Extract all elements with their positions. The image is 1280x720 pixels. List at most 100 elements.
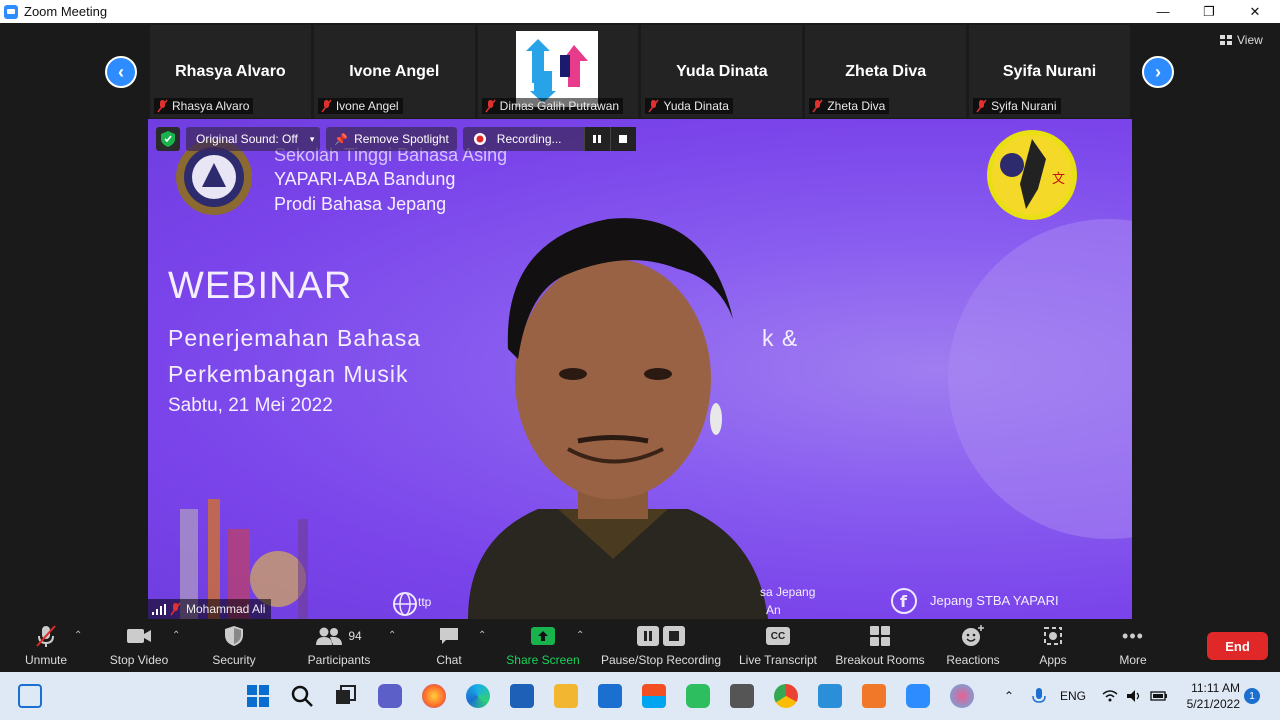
slide-decoration: [948, 219, 1132, 539]
language-indicator[interactable]: ENG: [1060, 689, 1086, 703]
minimize-button[interactable]: —: [1140, 0, 1186, 23]
muted-mic-icon: [485, 99, 496, 113]
end-meeting-button[interactable]: End: [1207, 632, 1268, 660]
pause-stop-recording-button[interactable]: Pause/Stop Recording: [598, 622, 724, 672]
participant-thumbnail[interactable]: Zheta Diva Zheta Diva: [805, 25, 967, 118]
muted-mic-icon: [170, 602, 181, 616]
unmute-button[interactable]: Unmute: [18, 622, 74, 672]
clock-time: 11:11 AM: [1191, 681, 1240, 695]
teams-chat-icon[interactable]: [378, 684, 402, 708]
pause-icon: [593, 135, 601, 143]
apps-icon: [1044, 627, 1062, 645]
stop-icon: [663, 626, 685, 646]
edge-icon[interactable]: [466, 684, 490, 708]
more-button[interactable]: ••• More: [1110, 622, 1156, 672]
grid-view-icon: [1220, 35, 1232, 45]
participants-options-caret[interactable]: ⌃: [388, 630, 396, 641]
calculator-icon[interactable]: [730, 684, 754, 708]
widgets-icon[interactable]: [18, 684, 42, 708]
word-icon[interactable]: [510, 684, 534, 708]
wps-presentation-icon[interactable]: [862, 684, 886, 708]
microsoft-store-icon[interactable]: [642, 684, 666, 708]
stop-video-label: Stop Video: [109, 653, 169, 667]
chrome-icon[interactable]: [774, 684, 798, 708]
mail-icon[interactable]: [598, 684, 622, 708]
reactions-button[interactable]: Reactions: [944, 622, 1002, 672]
remove-spotlight-button[interactable]: 📌 Remove Spotlight: [326, 127, 457, 151]
stop-video-button[interactable]: Stop Video: [104, 622, 174, 672]
participant-name-label: Rhasya Alvaro: [154, 98, 254, 114]
prodi-bahasa-jepang-logo: 文: [987, 130, 1077, 220]
participant-count: 94: [348, 629, 362, 643]
pause-icon: [637, 626, 659, 646]
windows-taskbar: ⌃ ENG 11:11 AM 5/21/2022 1: [0, 672, 1280, 720]
participant-thumbnail[interactable]: Dimas Galih Putrawan: [477, 25, 639, 118]
taskbar-clock[interactable]: 11:11 AM 5/21/2022: [1180, 680, 1240, 712]
view-label: View: [1237, 33, 1263, 47]
meeting-area: ‹ › View Rhasya Alvaro Rhasya Alvaro Ivo…: [0, 23, 1280, 622]
chevron-up-icon[interactable]: ⌃: [1000, 689, 1018, 703]
notification-badge[interactable]: 1: [1244, 688, 1260, 704]
participant-thumbnail[interactable]: Yuda Dinata Yuda Dinata: [641, 25, 803, 118]
security-button[interactable]: Security: [206, 622, 262, 672]
participant-thumbnail[interactable]: Rhasya Alvaro Rhasya Alvaro: [150, 25, 311, 118]
live-transcript-button[interactable]: CC Live Transcript: [736, 622, 820, 672]
slide-footer-left: ttp: [418, 595, 432, 609]
recording-dot-icon: [473, 133, 486, 145]
recording-label: Recording...: [496, 132, 562, 146]
chat-label: Chat: [436, 653, 462, 667]
share-options-caret[interactable]: ⌃: [576, 630, 584, 641]
spotlight-video[interactable]: Sekolah Tinggi Bahasa Asing YAPARI-ABA B…: [148, 119, 1132, 619]
apps-label: Apps: [1039, 653, 1067, 667]
next-page-button[interactable]: ›: [1142, 56, 1174, 88]
breakout-rooms-icon: [870, 626, 890, 646]
task-view-icon[interactable]: [334, 684, 358, 708]
slide-program: Prodi Bahasa Jepang: [274, 194, 447, 214]
participant-name-label: Dimas Galih Putrawan: [481, 98, 624, 114]
evernote-icon[interactable]: [686, 684, 710, 708]
wps-writer-icon[interactable]: [818, 684, 842, 708]
chat-options-caret[interactable]: ⌃: [478, 630, 486, 641]
speaker-icon[interactable]: [1126, 689, 1142, 703]
close-button[interactable]: ✕: [1232, 0, 1278, 23]
file-explorer-icon[interactable]: [554, 684, 578, 708]
breakout-rooms-label: Breakout Rooms: [835, 653, 925, 667]
audio-options-caret[interactable]: ⌃: [74, 630, 82, 641]
wifi-icon[interactable]: [1102, 689, 1118, 703]
chat-button[interactable]: Chat: [428, 622, 470, 672]
battery-icon[interactable]: [1150, 689, 1168, 703]
microphone-icon[interactable]: [1030, 687, 1048, 705]
video-options-caret[interactable]: ⌃: [172, 630, 180, 641]
original-sound-toggle[interactable]: Original Sound: Off ▾: [186, 127, 321, 151]
apps-button[interactable]: Apps: [1032, 622, 1074, 672]
share-screen-button[interactable]: Share Screen: [504, 622, 582, 672]
zoom-taskbar-icon[interactable]: [906, 684, 930, 708]
pause-recording-button[interactable]: [583, 127, 610, 151]
participant-thumbnail-strip: Rhasya Alvaro Rhasya Alvaro Ivone Angel …: [150, 25, 1130, 118]
firefox-icon[interactable]: [422, 684, 446, 708]
slide-topic-line1: Penerjemahan Bahasa: [168, 325, 421, 351]
participant-thumbnail[interactable]: Ivone Angel Ivone Angel: [313, 25, 475, 118]
paint-icon[interactable]: [950, 684, 974, 708]
previous-page-button[interactable]: ‹: [105, 56, 137, 88]
speaker-video-person: [468, 218, 768, 619]
participants-button[interactable]: 94 Participants: [304, 622, 374, 672]
muted-mic-icon: [157, 99, 168, 113]
encryption-shield-button[interactable]: [156, 127, 180, 151]
stop-icon: [619, 135, 627, 143]
view-button[interactable]: View: [1220, 33, 1263, 47]
breakout-rooms-button[interactable]: Breakout Rooms: [832, 622, 928, 672]
windows-start-icon[interactable]: [246, 684, 270, 708]
maximize-button[interactable]: ❐: [1186, 0, 1232, 23]
chevron-down-icon[interactable]: ▾: [310, 134, 315, 145]
unmute-label: Unmute: [24, 653, 68, 667]
pause-stop-recording-label: Pause/Stop Recording: [600, 653, 722, 667]
participant-thumbnail[interactable]: Syifa Nurani Syifa Nurani: [969, 25, 1130, 118]
slide-footer-mid-second-line: An: [766, 603, 781, 617]
zoom-app-icon: [4, 4, 18, 19]
active-speaker-name: Mohammad Ali: [186, 602, 266, 616]
shield-icon: [225, 626, 243, 646]
share-screen-label: Share Screen: [506, 653, 580, 667]
search-icon[interactable]: [290, 684, 314, 708]
stop-recording-button[interactable]: [609, 127, 636, 151]
